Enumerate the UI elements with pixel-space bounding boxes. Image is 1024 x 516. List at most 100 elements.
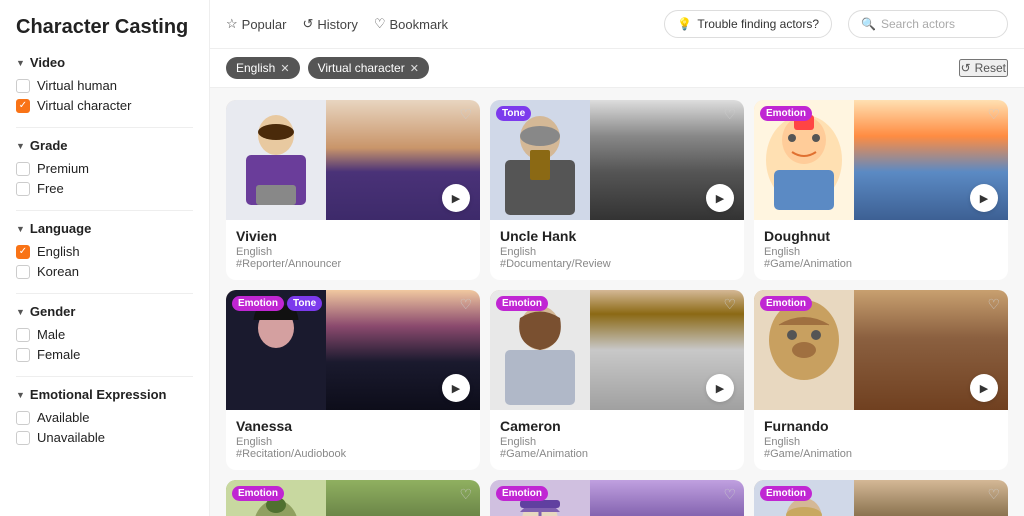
virtual-human-checkbox[interactable] [16, 79, 30, 93]
nav-links: ☆ Popular ↺ History ♡ Bookmark [226, 16, 448, 32]
character-name: Furnando [764, 418, 998, 434]
character-card-cameron: Emotion ♡ ▶ Cameron English #Game/Animat… [490, 290, 744, 470]
card-image-area: Emotion ♡ ▶ [754, 480, 1008, 516]
character-name: Vanessa [236, 418, 470, 434]
card-image-area: Emotion ♡ ▶ [754, 290, 1008, 410]
heart-button[interactable]: ♡ [987, 296, 1000, 313]
virtual-character-tag-label: Virtual character [318, 61, 405, 75]
filter-free[interactable]: Free [16, 181, 193, 196]
character-lang: English [764, 246, 998, 258]
card-info: Vivien English #Reporter/Announcer [226, 220, 480, 280]
popular-label: Popular [242, 17, 287, 32]
filter-video-label: Video [30, 55, 65, 70]
filter-available[interactable]: Available [16, 410, 193, 425]
heart-button[interactable]: ♡ [723, 106, 736, 123]
card-badges: Emotion [232, 486, 284, 501]
english-tag-close[interactable]: ✕ [280, 62, 289, 75]
unavailable-checkbox[interactable] [16, 431, 30, 445]
character-lang: English [764, 436, 998, 448]
history-label: History [317, 17, 357, 32]
virtual-human-label: Virtual human [37, 78, 117, 93]
virtual-character-checkbox[interactable] [16, 99, 30, 113]
heart-button[interactable]: ♡ [723, 486, 736, 503]
nav-history[interactable]: ↺ History [302, 16, 357, 32]
character-tag: #Game/Animation [500, 448, 734, 460]
badge-tone: Tone [496, 106, 531, 121]
bookmark-icon: ♡ [374, 16, 386, 32]
search-placeholder: Search actors [881, 17, 955, 31]
heart-button[interactable]: ♡ [459, 486, 472, 503]
play-button[interactable]: ▶ [706, 374, 734, 402]
play-button[interactable]: ▶ [970, 184, 998, 212]
card-info: Furnando English #Game/Animation [754, 410, 1008, 470]
character-name: Vivien [236, 228, 470, 244]
filter-video: ▼ Video Virtual human Virtual character [16, 55, 193, 113]
heart-button[interactable]: ♡ [723, 296, 736, 313]
heart-button[interactable]: ♡ [459, 106, 472, 123]
filter-grade: ▼ Grade Premium Free [16, 138, 193, 196]
play-button[interactable]: ▶ [442, 374, 470, 402]
character-lang: English [500, 436, 734, 448]
female-checkbox[interactable] [16, 348, 30, 362]
filter-virtual-human[interactable]: Virtual human [16, 78, 193, 93]
badge-emotion: Emotion [496, 296, 548, 311]
english-filter-tag[interactable]: English ✕ [226, 57, 300, 79]
card-badges: Emotion [496, 486, 548, 501]
virtual-character-tag-close[interactable]: ✕ [410, 62, 419, 75]
korean-checkbox[interactable] [16, 265, 30, 279]
filter-korean[interactable]: Korean [16, 264, 193, 279]
nav-popular[interactable]: ☆ Popular [226, 16, 286, 32]
chevron-down-icon: ▼ [16, 390, 25, 400]
character-card-doughnut: Emotion ♡ ▶ Doughnut English #Game/Anima… [754, 100, 1008, 280]
filter-virtual-character[interactable]: Virtual character [16, 98, 193, 113]
search-box[interactable]: 🔍 Search actors [848, 10, 1008, 38]
male-checkbox[interactable] [16, 328, 30, 342]
filter-language-label: Language [30, 221, 91, 236]
filter-male[interactable]: Male [16, 327, 193, 342]
premium-checkbox[interactable] [16, 162, 30, 176]
free-checkbox[interactable] [16, 182, 30, 196]
card-badges: Emotion [760, 486, 812, 501]
reset-label: Reset [975, 61, 1006, 75]
play-button[interactable]: ▶ [442, 184, 470, 212]
nav-bookmark[interactable]: ♡ Bookmark [374, 16, 448, 32]
heart-button[interactable]: ♡ [987, 106, 1000, 123]
heart-button[interactable]: ♡ [459, 296, 472, 313]
free-label: Free [37, 181, 64, 196]
character-tag: #Game/Animation [764, 258, 998, 270]
card-info: Cameron English #Game/Animation [490, 410, 744, 470]
card-info: Vanessa English #Recitation/Audiobook [226, 410, 480, 470]
trouble-finding-button[interactable]: 💡 Trouble finding actors? [664, 10, 832, 38]
play-button[interactable]: ▶ [706, 184, 734, 212]
filter-english[interactable]: English [16, 244, 193, 259]
badge-emotion: Emotion [760, 106, 812, 121]
play-button[interactable]: ▶ [970, 374, 998, 402]
character-tag: #Documentary/Review [500, 258, 734, 270]
filter-grade-label: Grade [30, 138, 68, 153]
card-badges: Emotion [760, 106, 812, 121]
available-checkbox[interactable] [16, 411, 30, 425]
filter-premium[interactable]: Premium [16, 161, 193, 176]
heart-button[interactable]: ♡ [987, 486, 1000, 503]
character-grid: ♡ ▶ Vivien English #Reporter/Announcer T… [226, 100, 1008, 516]
card-image-area: EmotionTone ♡ ▶ [226, 290, 480, 410]
filter-unavailable[interactable]: Unavailable [16, 430, 193, 445]
virtual-character-filter-tag[interactable]: Virtual character ✕ [308, 57, 429, 79]
english-checkbox[interactable] [16, 245, 30, 259]
filter-video-header[interactable]: ▼ Video [16, 55, 193, 70]
character-grid-area: ♡ ▶ Vivien English #Reporter/Announcer T… [210, 88, 1024, 516]
badge-tone: Tone [287, 296, 322, 311]
filter-gender-header[interactable]: ▼ Gender [16, 304, 193, 319]
filter-emotional-expression: ▼ Emotional Expression Available Unavail… [16, 387, 193, 445]
card-badges: EmotionTone [232, 296, 322, 311]
filter-grade-header[interactable]: ▼ Grade [16, 138, 193, 153]
filter-emotional-header[interactable]: ▼ Emotional Expression [16, 387, 193, 402]
female-label: Female [37, 347, 80, 362]
filter-language-header[interactable]: ▼ Language [16, 221, 193, 236]
character-tag: #Game/Animation [764, 448, 998, 460]
popular-icon: ☆ [226, 16, 238, 32]
reset-button[interactable]: ↺ Reset [959, 59, 1008, 77]
filter-female[interactable]: Female [16, 347, 193, 362]
card-info: Uncle Hank English #Documentary/Review [490, 220, 744, 280]
virtual-character-label: Virtual character [37, 98, 131, 113]
